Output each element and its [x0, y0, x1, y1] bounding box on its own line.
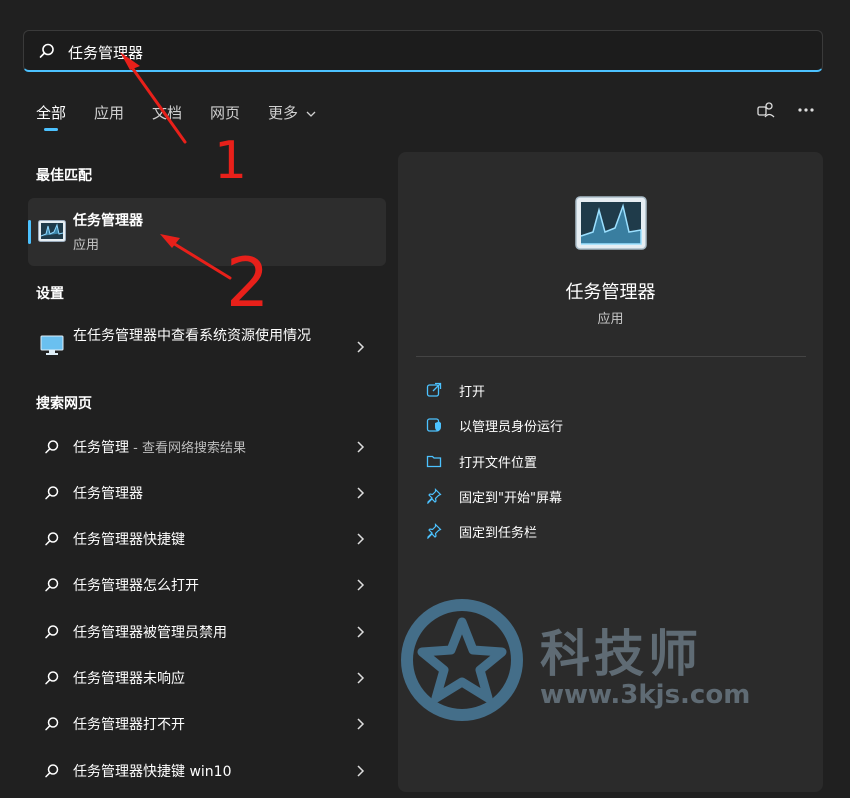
- web-result-label: 任务管理器打不开: [73, 717, 185, 733]
- more-options-icon[interactable]: [796, 100, 816, 120]
- search-icon: [45, 440, 59, 454]
- watermark-url: www.3kjs.com: [540, 680, 751, 710]
- web-result-item[interactable]: 任务管理器快捷键 win10: [28, 751, 386, 791]
- section-best-match: 最佳匹配: [36, 168, 92, 184]
- action-pin-to-start-label: 固定到"开始"屏幕: [459, 491, 562, 506]
- web-result-label: 任务管理器: [73, 486, 143, 502]
- watermark-logo-icon: [401, 599, 523, 721]
- action-run-as-admin-label: 以管理员身份运行: [459, 420, 564, 435]
- web-result-label: 任务管理器快捷键: [73, 532, 185, 548]
- search-icon: [45, 764, 59, 778]
- pin-icon: [427, 523, 442, 539]
- open-external-icon: [426, 382, 442, 397]
- web-result-label: 任务管理 - 查看网络搜索结果: [73, 437, 246, 457]
- monitor-settings-icon: [40, 335, 64, 355]
- search-icon: [45, 671, 59, 685]
- best-match-item[interactable]: 任务管理器 应用: [28, 198, 386, 266]
- chevron-down-icon: [306, 111, 316, 117]
- web-result-item[interactable]: 任务管理器快捷键: [28, 519, 386, 559]
- tab-more-label: 更多: [268, 104, 299, 122]
- detail-title: 任务管理器: [565, 282, 656, 303]
- web-result-query: 任务管理: [73, 440, 129, 456]
- web-result-label: 任务管理器被管理员禁用: [73, 625, 227, 641]
- chevron-right-icon: [357, 341, 365, 353]
- selection-indicator: [28, 220, 31, 244]
- web-result-item[interactable]: 任务管理器: [28, 473, 386, 513]
- section-settings: 设置: [36, 286, 64, 302]
- pin-icon: [427, 488, 442, 504]
- task-manager-icon: [38, 220, 66, 242]
- chevron-right-icon: [357, 626, 365, 638]
- search-box[interactable]: 任务管理器: [23, 30, 823, 72]
- chevron-right-icon: [357, 765, 365, 777]
- chevron-right-icon: [357, 487, 365, 499]
- active-tab-indicator: [44, 128, 58, 131]
- admin-shield-icon: [426, 418, 441, 432]
- web-result-label: 任务管理器未响应: [73, 671, 185, 687]
- chevron-right-icon: [357, 441, 365, 453]
- best-match-name: 任务管理器: [73, 213, 143, 229]
- search-icon: [45, 486, 59, 500]
- watermark: 科技师 www.3kjs.com: [400, 598, 760, 728]
- divider: [416, 356, 806, 357]
- watermark-name: 科技师: [540, 625, 702, 683]
- detail-subtitle: 应用: [597, 312, 624, 327]
- web-result-item[interactable]: 任务管理器未响应: [28, 658, 386, 698]
- chevron-right-icon: [357, 672, 365, 684]
- search-icon: [39, 43, 54, 58]
- web-result-suffix: - 查看网络搜索结果: [129, 441, 246, 456]
- task-manager-icon: [575, 196, 647, 250]
- search-icon: [45, 578, 59, 592]
- search-icon: [45, 717, 59, 731]
- web-result-item[interactable]: 任务管理器被管理员禁用: [28, 612, 386, 652]
- folder-icon: [426, 455, 442, 468]
- account-switch-icon[interactable]: [756, 100, 776, 120]
- chevron-right-icon: [357, 533, 365, 545]
- chevron-right-icon: [357, 718, 365, 730]
- web-result-label: 任务管理器快捷键 win10: [73, 764, 232, 780]
- best-match-type: 应用: [73, 238, 100, 253]
- search-input[interactable]: 任务管理器: [68, 42, 143, 63]
- tab-documents[interactable]: 文档: [152, 102, 182, 123]
- settings-result-item[interactable]: 在任务管理器中查看系统资源使用情况: [28, 320, 386, 376]
- settings-result-label: 在任务管理器中查看系统资源使用情况: [73, 328, 311, 344]
- web-result-item[interactable]: 任务管理 - 查看网络搜索结果: [28, 427, 386, 467]
- tab-more[interactable]: 更多: [268, 102, 316, 123]
- action-open-file-location-label: 打开文件位置: [459, 456, 538, 471]
- action-open-label: 打开: [459, 385, 486, 400]
- section-web-search: 搜索网页: [36, 396, 92, 412]
- annotation-number-1: 1: [214, 131, 247, 191]
- tab-apps[interactable]: 应用: [94, 102, 124, 123]
- search-icon: [45, 625, 59, 639]
- web-result-item[interactable]: 任务管理器打不开: [28, 704, 386, 744]
- tab-all[interactable]: 全部: [36, 102, 66, 123]
- chevron-right-icon: [357, 579, 365, 591]
- web-result-label: 任务管理器怎么打开: [73, 578, 199, 594]
- action-pin-to-taskbar-label: 固定到任务栏: [459, 526, 538, 541]
- web-result-item[interactable]: 任务管理器怎么打开: [28, 565, 386, 605]
- tab-web[interactable]: 网页: [210, 102, 240, 123]
- search-icon: [45, 532, 59, 546]
